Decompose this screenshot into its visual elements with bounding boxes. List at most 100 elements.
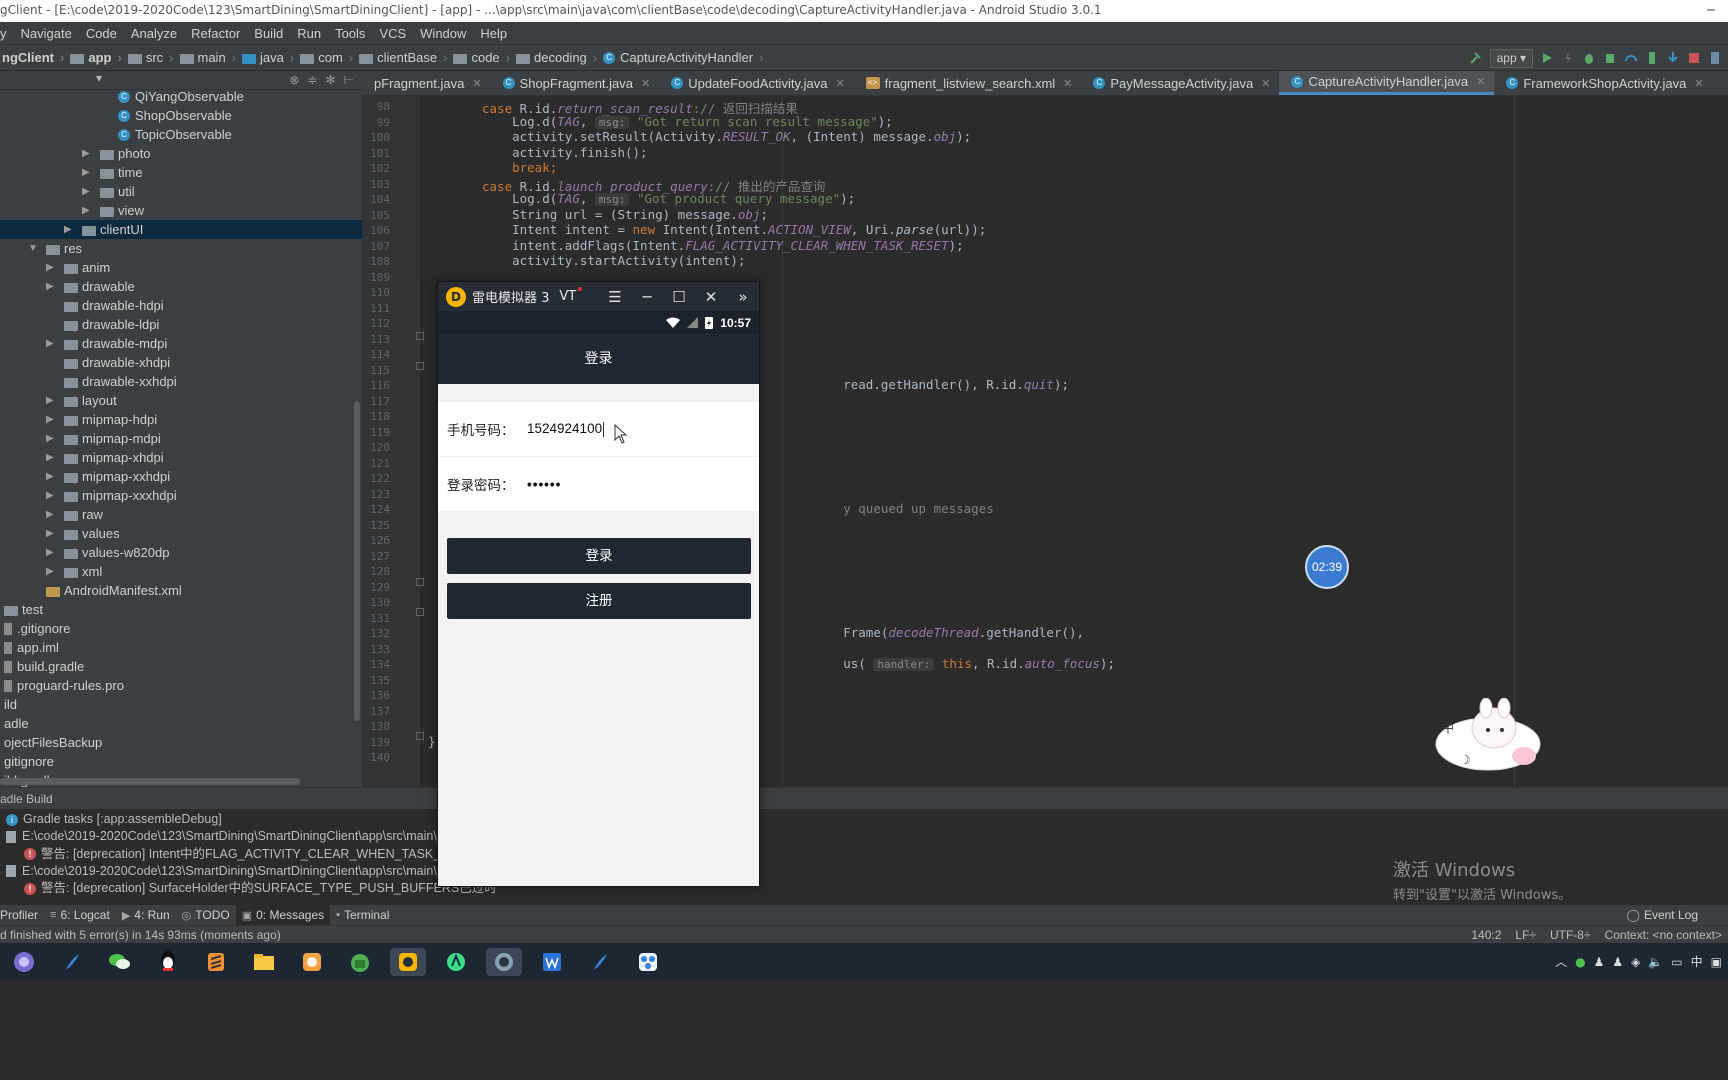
tree-item[interactable]: C QiYangObservable <box>100 87 244 106</box>
build-message-row[interactable]: i Gradle tasks [:app:assembleDebug] <box>6 811 222 828</box>
collapsed-arrow-icon[interactable]: ▶ <box>46 486 58 505</box>
tree-item[interactable]: ▶ view <box>82 201 144 220</box>
tree-item[interactable]: ▶ anim <box>46 258 110 277</box>
close-tab-icon[interactable]: ✕ <box>472 77 481 90</box>
collapsed-arrow-icon[interactable]: ▶ <box>46 429 58 448</box>
device-file-icon[interactable] <box>1708 51 1722 65</box>
tree-item[interactable]: test <box>4 600 43 619</box>
register-button[interactable]: 注册 <box>447 583 751 619</box>
tree-item[interactable]: .gitignore <box>4 619 70 638</box>
expanded-arrow-icon[interactable]: ▼ <box>28 239 40 258</box>
collapsed-arrow-icon[interactable]: ▶ <box>46 277 58 296</box>
run-icon[interactable] <box>1540 51 1554 65</box>
stop-icon[interactable] <box>1687 51 1701 65</box>
ime-mascot-icon[interactable]: 中 ☽ <box>1434 698 1542 772</box>
event-log-button[interactable]: ◯ Event Log <box>1627 905 1698 925</box>
project-horizontal-scrollbar[interactable] <box>0 778 300 785</box>
tree-item[interactable]: ild <box>4 695 17 714</box>
build-message-row[interactable]: E:\code\2019-2020Code\123\SmartDining\Sm… <box>6 863 453 880</box>
code-line[interactable]: } <box>428 734 436 749</box>
editor-tab[interactable]: C PayMessageActivity.java ✕ <box>1081 71 1279 95</box>
caret-position[interactable]: 140:2 <box>1471 926 1501 944</box>
taskbar-explorer-icon[interactable] <box>246 948 282 976</box>
collapsed-arrow-icon[interactable]: ▶ <box>82 182 94 201</box>
sync-icon[interactable]: ⊗ <box>289 73 299 87</box>
tree-item[interactable]: ▶ mipmap-hdpi <box>46 410 157 429</box>
tree-item[interactable]: ▶ values <box>46 524 120 543</box>
collapsed-arrow-icon[interactable]: ▶ <box>46 467 58 486</box>
menu-analyze[interactable]: Analyze <box>124 26 184 41</box>
tree-item[interactable]: ▶ drawable-mdpi <box>46 334 167 353</box>
expand-sidebar-icon[interactable]: » <box>727 288 759 306</box>
tree-item[interactable]: app.iml <box>4 638 59 657</box>
code-line[interactable]: break; <box>482 160 557 175</box>
phone-input[interactable]: 1524924100 <box>527 421 605 437</box>
tree-item[interactable]: drawable-ldpi <box>46 315 159 334</box>
tree-item[interactable]: drawable-hdpi <box>46 296 164 315</box>
line-separator[interactable]: LF÷ <box>1515 926 1536 944</box>
tool-window-button[interactable]: ▪ Terminal <box>330 905 395 925</box>
taskbar-app-orb-icon[interactable] <box>6 948 42 976</box>
breadcrumb-src[interactable]: src › <box>126 50 178 65</box>
code-fold-marker[interactable] <box>416 362 424 370</box>
menu-run[interactable]: Run <box>290 26 328 41</box>
tool-window-button[interactable]: ◎ TODO <box>176 905 236 925</box>
menu-tools[interactable]: Tools <box>328 26 372 41</box>
tree-item[interactable]: adle <box>4 714 29 733</box>
build-message-row[interactable]: ! 警告: [deprecation] SurfaceHolder中的SURFAC… <box>24 880 497 897</box>
file-encoding[interactable]: UTF-8÷ <box>1550 926 1591 944</box>
breadcrumb-project[interactable]: ngClient › <box>0 50 68 65</box>
tree-item[interactable]: ▶ mipmap-xhdpi <box>46 448 164 467</box>
recording-timer[interactable]: 02:39 <box>1305 545 1349 589</box>
menu-refactor[interactable]: Refactor <box>184 26 247 41</box>
breadcrumb-clientbase[interactable]: clientBase › <box>357 50 451 65</box>
sdk-download-icon[interactable] <box>1666 51 1680 65</box>
code-line[interactable]: Log.d(TAG, msg: "Got return scan result … <box>482 114 893 129</box>
hide-panel-icon[interactable]: ⊢ <box>344 73 354 87</box>
breadcrumb-app[interactable]: app › <box>68 50 125 65</box>
tree-item[interactable]: AndroidManifest.xml <box>28 581 182 600</box>
tool-window-button[interactable]: Profiler <box>0 905 44 925</box>
collapsed-arrow-icon[interactable]: ▶ <box>46 562 58 581</box>
menu-build[interactable]: Build <box>247 26 290 41</box>
collapsed-arrow-icon[interactable]: ▶ <box>46 258 58 277</box>
code-line[interactable]: activity.startActivity(intent); <box>482 253 745 268</box>
menu-icon[interactable]: ☰ <box>599 288 631 306</box>
taskbar-app-icon[interactable] <box>294 948 330 976</box>
ime-indicator[interactable]: 中 <box>1691 953 1703 970</box>
collapsed-arrow-icon[interactable]: ▶ <box>46 543 58 562</box>
code-fold-marker[interactable] <box>416 332 424 340</box>
collapsed-arrow-icon[interactable]: ▶ <box>82 201 94 220</box>
close-tab-icon[interactable]: ✕ <box>1694 77 1703 90</box>
code-fold-marker[interactable] <box>416 732 424 740</box>
tray-shield-icon[interactable]: ◈ <box>1631 955 1640 969</box>
tree-item[interactable]: ▶ mipmap-xxxhdpi <box>46 486 177 505</box>
run-configuration-select[interactable]: app ▾ <box>1489 48 1533 68</box>
notification-icon[interactable]: ▣ <box>1711 955 1722 969</box>
taskbar-network-icon[interactable] <box>630 948 666 976</box>
tree-item[interactable]: ▶ mipmap-mdpi <box>46 429 161 448</box>
collapsed-arrow-icon[interactable]: ▶ <box>46 448 58 467</box>
tree-item[interactable]: ▶ util <box>82 182 135 201</box>
apply-changes-icon[interactable] <box>1561 51 1575 65</box>
tree-item[interactable]: ▶ mipmap-xxhdpi <box>46 467 170 486</box>
collapsed-arrow-icon[interactable]: ▶ <box>46 410 58 429</box>
code-line[interactable]: Intent intent = new Intent(Intent.ACTION… <box>482 222 986 237</box>
tree-item[interactable]: ▼ res <box>28 239 82 258</box>
menu-navigate[interactable]: Navigate <box>14 26 79 41</box>
close-tab-icon[interactable]: ✕ <box>1476 75 1485 88</box>
project-view-dropdown-icon[interactable]: ▾ <box>96 71 102 85</box>
tree-item[interactable]: ojectFilesBackup <box>4 733 102 752</box>
tray-expand-icon[interactable]: ︿ <box>1555 953 1567 970</box>
tree-item[interactable]: ▶ xml <box>46 562 102 581</box>
make-project-hammer-icon[interactable] <box>1469 51 1483 65</box>
collapsed-arrow-icon[interactable]: ▶ <box>82 144 94 163</box>
editor-tab[interactable]: C FrameworkShopActivity.java ✕ <box>1494 71 1712 95</box>
minimize-icon[interactable]: ─ <box>631 288 663 306</box>
tree-item[interactable]: ▶ values-w820dp <box>46 543 169 562</box>
breadcrumb-class[interactable]: C CaptureActivityHandler › <box>601 50 767 65</box>
taskbar-word-icon[interactable] <box>534 948 570 976</box>
code-line[interactable]: Log.d(TAG, msg: "Got product query messa… <box>482 191 855 206</box>
tree-item[interactable]: build.gradle <box>4 657 84 676</box>
volume-icon[interactable]: 🔈 <box>1648 955 1663 969</box>
